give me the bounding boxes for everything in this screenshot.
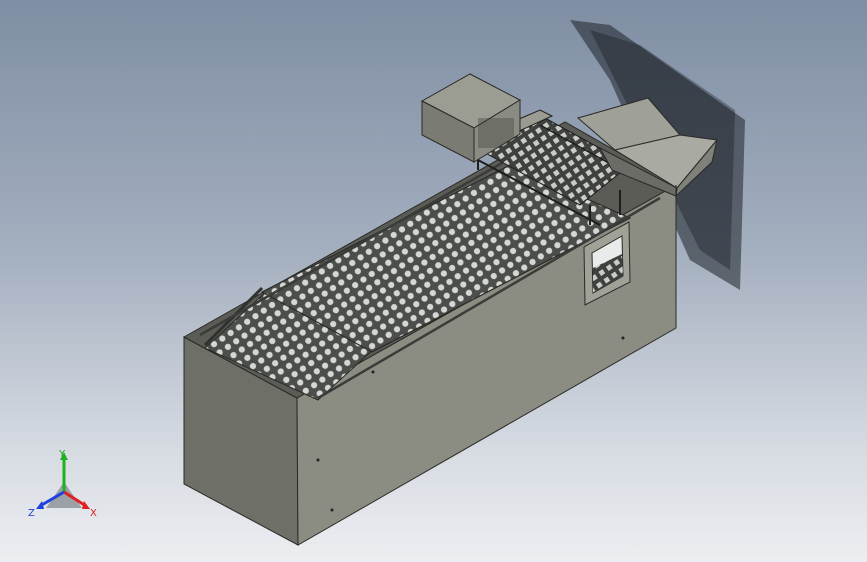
x-axis-label: X <box>90 508 97 519</box>
y-axis-label: Y <box>58 449 66 460</box>
z-axis-label: Z <box>28 508 35 519</box>
bolt <box>621 336 625 340</box>
bolt <box>330 508 334 512</box>
bolt <box>371 370 375 374</box>
bolt <box>316 458 320 462</box>
orientation-triad[interactable]: Y X Z <box>22 448 106 522</box>
conveyor-machine-model[interactable] <box>182 73 718 546</box>
cad-3d-viewport[interactable] <box>0 0 867 562</box>
